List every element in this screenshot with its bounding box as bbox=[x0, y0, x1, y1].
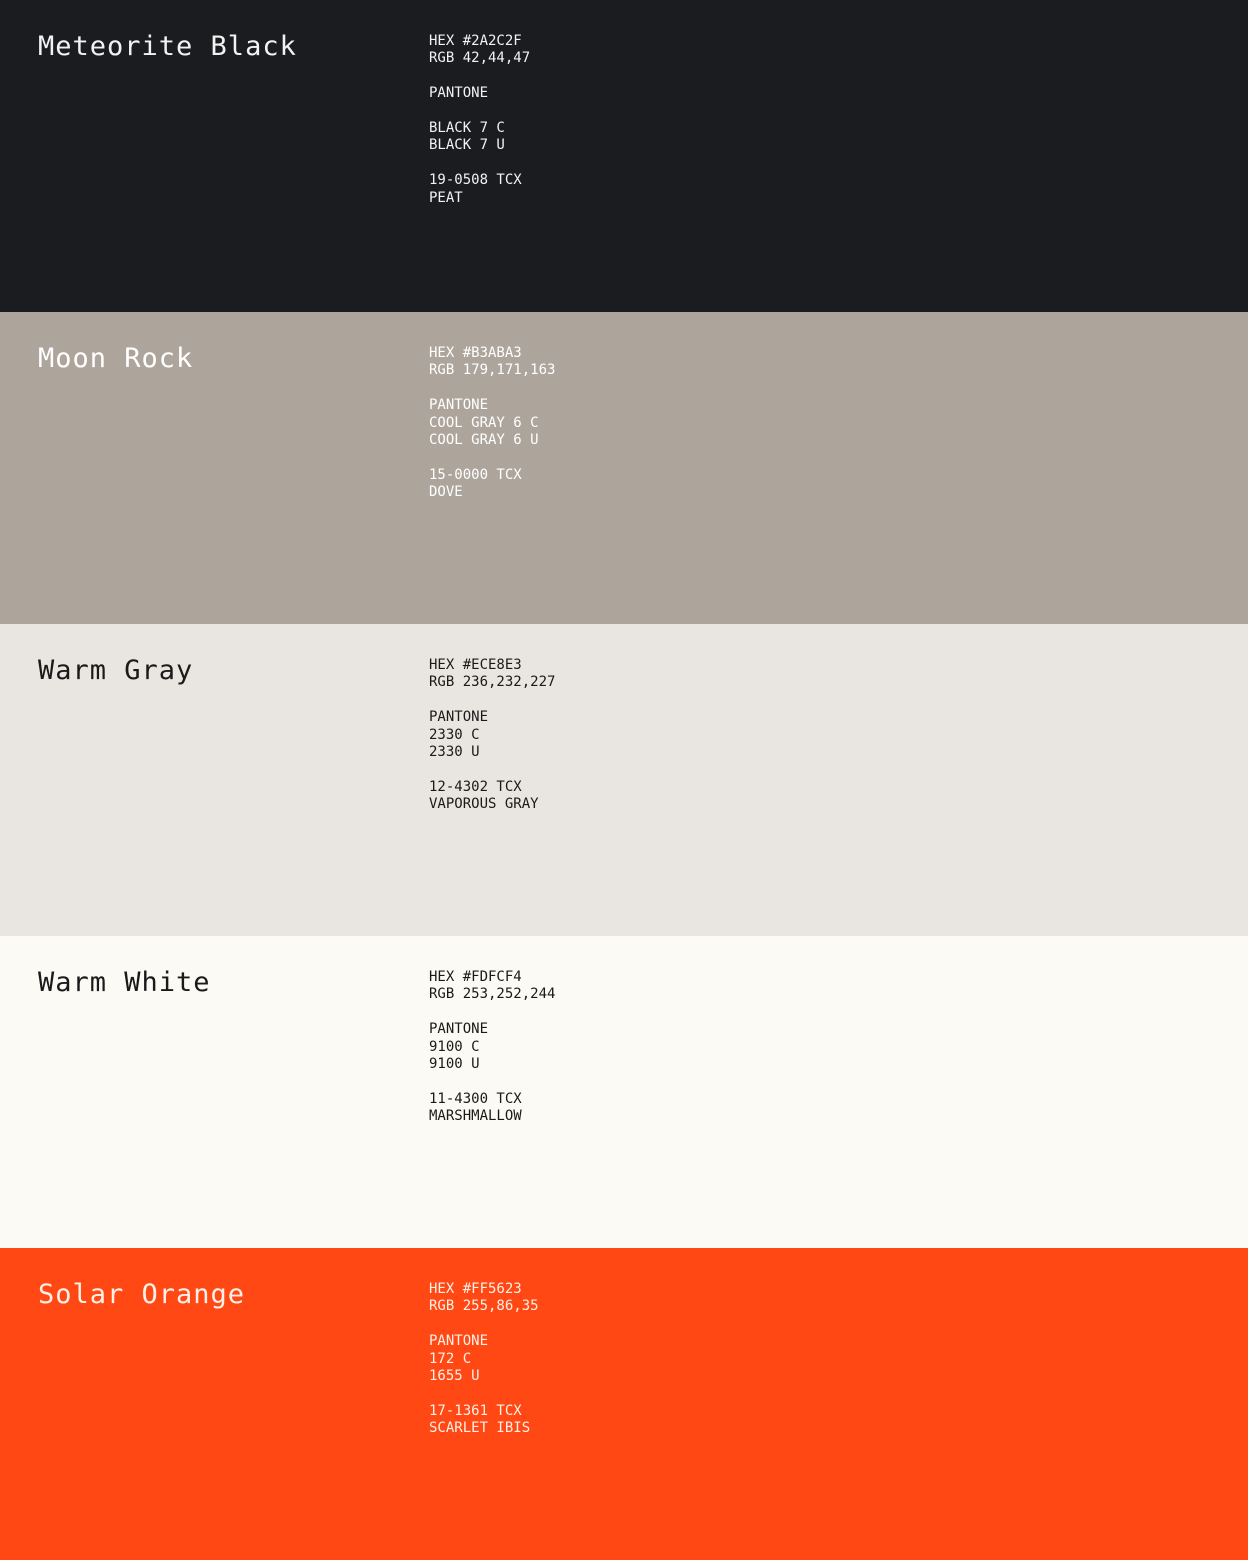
color-spec-block: HEX #B3ABA3 RGB 179,171,163 PANTONE COOL GR… bbox=[429, 345, 555, 519]
spec-group: 17-1361 TCX SCARLET IBIS bbox=[429, 1403, 539, 1438]
spec-line: PANTONE bbox=[429, 709, 489, 726]
spec-group: PANTONE 172 C 1655 U bbox=[429, 1333, 539, 1385]
color-spec-block: HEX #2A2C2F RGB 42,44,47 PANTONE BLACK 7 CB… bbox=[429, 33, 530, 224]
spec-line: 2330 C bbox=[429, 726, 480, 743]
spec-line: PANTONE bbox=[429, 1333, 489, 1350]
swatch-name: Warm Gray bbox=[38, 655, 194, 686]
spec-line: PANTONE bbox=[429, 85, 489, 102]
spec-group: HEX #ECE8E3 RGB 236,232,227 bbox=[429, 657, 555, 692]
spec-line: PANTONE bbox=[429, 1021, 489, 1038]
spec-group: PANTONE 9100 C 9100 U bbox=[429, 1021, 555, 1073]
swatch-name: Solar Orange bbox=[38, 1279, 246, 1310]
spec-group: PANTONE 2330 C 2330 U bbox=[429, 709, 555, 761]
spec-line: COOL GRAY 6 U bbox=[429, 432, 539, 449]
spec-line: RGB 236,232,227 bbox=[429, 674, 556, 691]
spec-line: 1655 U bbox=[429, 1368, 480, 1385]
spec-line: 15-0000 TCX bbox=[429, 466, 522, 483]
spec-group: 15-0000 TCX DOVE bbox=[429, 467, 555, 502]
spec-group: PANTONE bbox=[429, 85, 530, 102]
spec-line: HEX #B3ABA3 bbox=[429, 345, 522, 361]
spec-group: PANTONE COOL GRAY 6 C COOL GRAY 6 U bbox=[429, 397, 555, 449]
spec-line: HEX #FDFCF4 bbox=[429, 969, 522, 985]
swatch-name: Meteorite Black bbox=[38, 31, 297, 62]
color-spec-block: HEX #FDFCF4 RGB 253,252,244 PANTONE 9100 C9… bbox=[429, 969, 555, 1143]
spec-line: 19-0508 TCX bbox=[429, 172, 522, 189]
spec-line: RGB 255,86,35 bbox=[429, 1298, 539, 1315]
spec-line: BLACK 7 C bbox=[429, 120, 505, 136]
spec-line: 12-4302 TCX bbox=[429, 778, 522, 795]
spec-line: COOL GRAY 6 C bbox=[429, 414, 539, 431]
color-spec-block: HEX #FF5623 RGB 255,86,35 PANTONE 172 C 1655… bbox=[429, 1281, 539, 1455]
swatch-name: Moon Rock bbox=[38, 343, 194, 374]
spec-group: 12-4302 TCX VAPOROUS GRAY bbox=[429, 779, 555, 814]
spec-line: 9100 U bbox=[429, 1056, 480, 1073]
color-swatch-panel: Moon Rock HEX #B3ABA3 RGB 179,171,163 PANTO… bbox=[0, 312, 1248, 624]
color-palette: Meteorite Black HEX #2A2C2F RGB 42,44,47 PA… bbox=[0, 0, 1248, 1560]
spec-line: BLACK 7 U bbox=[429, 137, 505, 154]
spec-line: 17-1361 TCX bbox=[429, 1402, 522, 1419]
spec-group: 11-4300 TCX MARSHMALLOW bbox=[429, 1091, 555, 1126]
spec-line: HEX #ECE8E3 bbox=[429, 657, 522, 673]
swatch-name: Warm White bbox=[38, 967, 211, 998]
spec-group: 19-0508 TCX PEAT bbox=[429, 172, 530, 207]
spec-group: HEX #FF5623 RGB 255,86,35 bbox=[429, 1281, 539, 1316]
spec-line: MARSHMALLOW bbox=[429, 1108, 522, 1125]
color-swatch-panel: Warm White HEX #FDFCF4 RGB 253,252,244 PANT… bbox=[0, 936, 1248, 1248]
color-swatch-panel: Warm Gray HEX #ECE8E3 RGB 236,232,227 PANTO… bbox=[0, 624, 1248, 936]
spec-line: RGB 42,44,47 bbox=[429, 50, 531, 67]
spec-line: VAPOROUS GRAY bbox=[429, 796, 539, 813]
spec-group: BLACK 7 C BLACK 7 U bbox=[429, 120, 530, 155]
spec-group: HEX #2A2C2F RGB 42,44,47 bbox=[429, 33, 530, 68]
spec-line: PANTONE bbox=[429, 397, 489, 414]
spec-line: RGB 253,252,244 bbox=[429, 986, 556, 1003]
spec-line: RGB 179,171,163 bbox=[429, 362, 556, 379]
spec-group: HEX #FDFCF4 RGB 253,252,244 bbox=[429, 969, 555, 1004]
spec-group: HEX #B3ABA3 RGB 179,171,163 bbox=[429, 345, 555, 380]
color-spec-block: HEX #ECE8E3 RGB 236,232,227 PANTONE 2330 C2… bbox=[429, 657, 555, 831]
spec-line: PEAT bbox=[429, 189, 463, 206]
spec-line: 172 C bbox=[429, 1350, 472, 1367]
spec-line: 9100 C bbox=[429, 1038, 480, 1055]
spec-line: SCARLET IBIS bbox=[429, 1420, 531, 1437]
spec-line: HEX #2A2C2F bbox=[429, 33, 522, 49]
color-swatch-panel: Meteorite Black HEX #2A2C2F RGB 42,44,47 PA… bbox=[0, 0, 1248, 312]
spec-line: DOVE bbox=[429, 484, 463, 501]
spec-line: 11-4300 TCX bbox=[429, 1090, 522, 1107]
color-swatch-panel: Solar Orange HEX #FF5623 RGB 255,86,35 PANT… bbox=[0, 1248, 1248, 1560]
spec-line: HEX #FF5623 bbox=[429, 1281, 522, 1297]
spec-line: 2330 U bbox=[429, 744, 480, 761]
